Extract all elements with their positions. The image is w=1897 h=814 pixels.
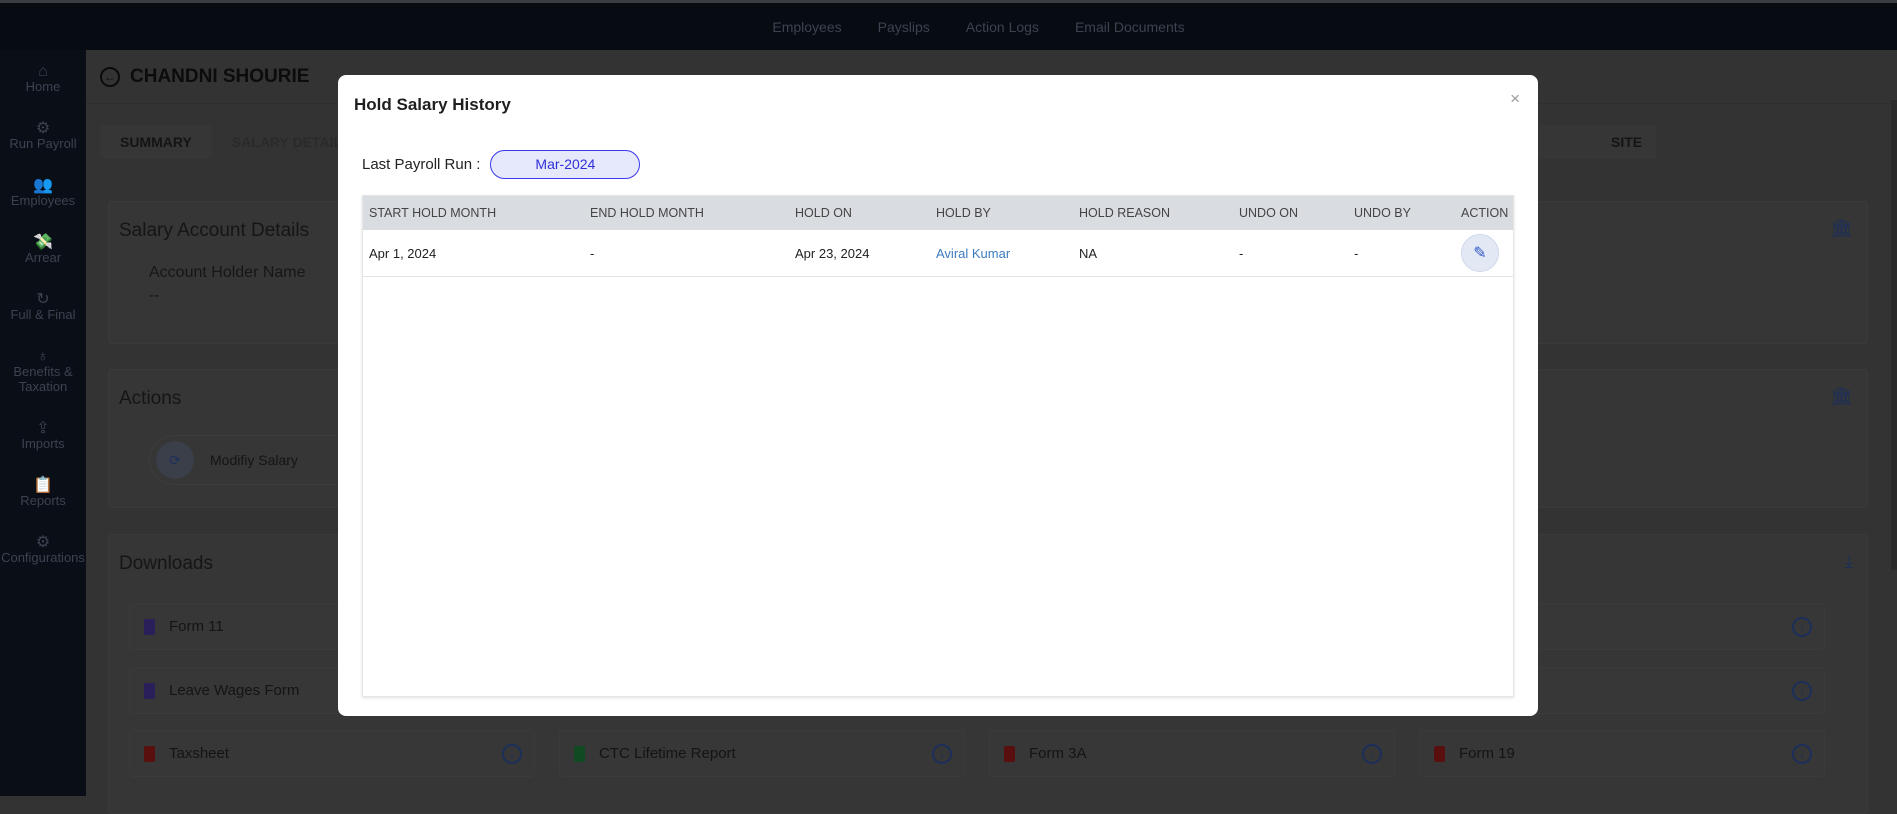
file-icon [1004, 745, 1015, 762]
sidebar-item-label: Reports [20, 492, 66, 508]
sidebar-item-home[interactable]: ⌂ Home [0, 50, 86, 107]
sidebar-item-label: Home [25, 78, 61, 94]
table-cell: NA [1079, 245, 1098, 261]
employee-name: CHANDNI SHOURIE [130, 65, 310, 87]
sidebar-item-benefits-taxation[interactable]: ♁ Benefits & Taxation [0, 335, 86, 407]
table-cell: - [1354, 245, 1359, 261]
gear-icon: ⚙ [35, 119, 51, 137]
table-cell: - [1239, 245, 1244, 261]
action-cell: ✎ [1461, 230, 1499, 276]
sidebar-item-run-payroll[interactable]: ⚙ Run Payroll [0, 107, 86, 164]
download-item[interactable]: Form 3A ↓ [989, 730, 1395, 777]
file-icon [574, 745, 585, 762]
column-header: HOLD BY [936, 206, 991, 220]
column-header: END HOLD MONTH [590, 206, 704, 220]
download-label: Form 19 [1459, 745, 1515, 762]
bank-icon[interactable]: 🏛 [1830, 386, 1853, 407]
file-icon [144, 745, 155, 762]
modify-salary-button[interactable]: ⟳ Modifiy Salary [149, 435, 369, 485]
file-icon [144, 682, 155, 699]
table-cell: Apr 1, 2024 [369, 245, 437, 261]
scrollbar[interactable] [1891, 100, 1897, 570]
refresh-icon: ↻ [36, 290, 50, 308]
edit-pencil-icon[interactable]: ✎ [1461, 234, 1499, 272]
download-icon[interactable]: ↓ [932, 743, 952, 764]
last-payroll-badge: Mar-2024 [490, 150, 641, 179]
import-icon: ⇪ [36, 419, 50, 437]
download-icon[interactable]: ↓ [1792, 743, 1812, 764]
sidebar-item-label: Full & Final [10, 306, 76, 322]
modal-title: Hold Salary History [354, 95, 511, 114]
nav-employees[interactable]: Employees [772, 19, 841, 35]
file-icon [1434, 745, 1445, 762]
last-payroll-run: Last Payroll Run : Mar-2024 [362, 150, 641, 179]
account-holder-label: Account Holder Name [149, 264, 306, 281]
account-holder-value: -- [149, 287, 159, 304]
top-nav: Employees Payslips Action Logs Email Doc… [0, 3, 1897, 50]
sidebar-item-configurations[interactable]: ⚙ Configurations [0, 521, 86, 578]
download-label: Form 11 [169, 618, 224, 635]
download-label: Leave Wages Form [169, 682, 300, 699]
tabs: SUMMARY SALARY DETAILS [100, 125, 371, 159]
sidebar-item-reports[interactable]: 📋 Reports [0, 464, 86, 521]
hold-history-table: START HOLD MONTH END HOLD MONTH HOLD ON HOL… [362, 195, 1514, 697]
hold-by-link[interactable]: Aviral Kumar [936, 230, 1010, 276]
file-icon [144, 618, 155, 635]
gear-icon: ⚙ [35, 533, 51, 551]
money-icon: 💸 [33, 233, 53, 251]
sidebar: ⌂ Home ⚙ Run Payroll 👥 Employees 💸 Arrear ↻ Full … [0, 50, 86, 796]
column-header: ACTION [1461, 206, 1509, 220]
nav-payslips[interactable]: Payslips [878, 19, 930, 35]
download-label: CTC Lifetime Report [599, 745, 736, 762]
sidebar-item-label: Configurations [1, 549, 85, 565]
table-row: Apr 1, 2024 - Apr 23, 2024 Aviral Kumar NA - -… [363, 230, 1513, 277]
download-icon[interactable]: ↓ [502, 743, 522, 764]
bank-icon[interactable]: 🏛 [1830, 218, 1853, 239]
back-arrow-icon[interactable]: ← [100, 66, 120, 87]
table-header: START HOLD MONTH END HOLD MONTH HOLD ON HOL… [363, 196, 1513, 230]
sidebar-item-label: Arrear [24, 249, 62, 265]
table-cell: Apr 23, 2024 [795, 245, 870, 261]
download-item[interactable]: Taxsheet ↓ [129, 730, 535, 777]
bag-icon: ♁ [37, 347, 49, 365]
download-icon[interactable]: ↓ [1792, 616, 1812, 637]
users-icon: 👥 [33, 176, 53, 194]
sidebar-item-label: Imports [21, 435, 65, 451]
column-header: UNDO BY [1354, 206, 1411, 220]
table-cell: - [590, 245, 595, 261]
download-icon[interactable]: ↓ [1792, 680, 1812, 701]
column-header: UNDO ON [1239, 206, 1299, 220]
download-item[interactable]: CTC Lifetime Report ↓ [559, 730, 965, 777]
column-header: HOLD REASON [1079, 206, 1170, 220]
nav-email-documents[interactable]: Email Documents [1075, 19, 1185, 35]
sidebar-item-label: Employees [10, 192, 76, 208]
download-icon[interactable]: ↓ [1362, 743, 1382, 764]
report-icon: 📋 [33, 476, 53, 494]
modify-salary-label: Modifiy Salary [210, 452, 298, 468]
close-icon[interactable]: × [1510, 89, 1520, 109]
download-icon[interactable]: ⤓ [1845, 551, 1853, 572]
home-icon: ⌂ [38, 62, 48, 80]
column-header: START HOLD MONTH [369, 206, 497, 220]
sidebar-item-label: Benefits & Taxation [13, 363, 73, 394]
sync-icon: ⟳ [156, 441, 194, 479]
tab-summary[interactable]: SUMMARY [100, 125, 212, 159]
nav-action-logs[interactable]: Action Logs [966, 19, 1039, 35]
download-label: Form 3A [1029, 745, 1087, 762]
sidebar-item-label: Run Payroll [9, 135, 77, 151]
sidebar-item-employees[interactable]: 👥 Employees [0, 164, 86, 221]
sidebar-item-arrear[interactable]: 💸 Arrear [0, 221, 86, 278]
download-label: Taxsheet [169, 745, 230, 762]
download-item[interactable]: Form 19 ↓ [1419, 730, 1825, 777]
column-header: HOLD ON [795, 206, 852, 220]
sidebar-item-imports[interactable]: ⇪ Imports [0, 407, 86, 464]
last-payroll-label: Last Payroll Run : [362, 156, 481, 173]
sidebar-item-full-final[interactable]: ↻ Full & Final [0, 278, 86, 335]
hold-salary-history-modal: Hold Salary History × Last Payroll Run :… [338, 75, 1538, 716]
